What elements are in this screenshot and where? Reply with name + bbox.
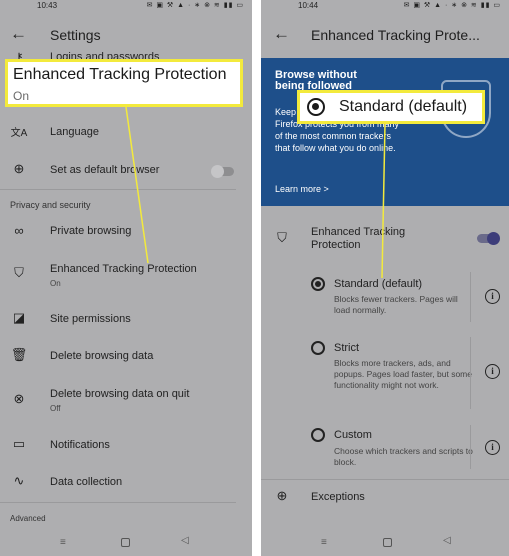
settings-screen: 10:43 ✉ ▣ ⚒ ▲ · ∗ ⊗ ≋ ▮▮ ▭ ← Settings ⚷ … <box>0 0 252 556</box>
info-icon[interactable]: i <box>485 440 500 455</box>
back-arrow-icon[interactable]: ← <box>273 24 290 44</box>
etp-banner: Browse without being followed Keep your … <box>261 58 509 206</box>
divider <box>470 425 471 469</box>
home-icon[interactable] <box>121 538 130 547</box>
globe-icon: ⊕ <box>276 488 288 503</box>
etp-toggle[interactable] <box>477 232 500 245</box>
divider <box>470 272 471 322</box>
settings-item-label: Data collection <box>50 476 123 488</box>
option-strict[interactable]: Strict Blocks more trackers, ads, and po… <box>261 337 509 409</box>
system-nav-bar: ≡ ◁ <box>0 528 252 556</box>
etp-toggle-row[interactable]: ⛉ Enhanced Tracking Protection <box>261 224 509 256</box>
settings-item-sublabel: Off <box>50 404 61 413</box>
settings-item-label: Language <box>50 126 99 138</box>
back-triangle-icon[interactable]: ◁ <box>181 535 189 546</box>
settings-item-label: Set as default browser <box>50 164 160 176</box>
permissions-icon: ◪ <box>12 310 26 325</box>
banner-heading: Browse without being followed <box>275 69 357 92</box>
status-bar: 10:43 ✉ ▣ ⚒ ▲ · ∗ ⊗ ≋ ▮▮ ▭ <box>0 0 252 12</box>
info-icon[interactable]: i <box>485 289 500 304</box>
etp-screen: 10:44 ✉ ▣ ⚒ ▲ · ∗ ⊗ ≋ ▮▮ ▭ ← Enhanced Tr… <box>261 0 509 556</box>
settings-item-data-collection[interactable]: ∿ Data collection <box>0 472 252 494</box>
back-arrow-icon[interactable]: ← <box>10 24 27 44</box>
settings-item-etp[interactable]: ⛉ Enhanced Tracking Protection On <box>0 260 252 290</box>
option-description: Blocks more trackers, ads, and popups. P… <box>334 358 472 390</box>
settings-item-label: Delete browsing data on quit <box>50 388 190 400</box>
learn-more-link[interactable]: Learn more > <box>275 184 329 194</box>
strict-radio[interactable] <box>311 341 325 355</box>
page-title: Settings <box>50 27 101 43</box>
status-bar: 10:44 ✉ ▣ ⚒ ▲ · ∗ ⊗ ≋ ▮▮ ▭ <box>261 0 509 12</box>
divider <box>470 337 471 409</box>
close-circle-icon: ⊗ <box>13 391 25 406</box>
back-triangle-icon[interactable]: ◁ <box>443 535 451 546</box>
divider <box>0 502 236 503</box>
option-standard[interactable]: Standard (default) Blocks fewer trackers… <box>261 272 509 322</box>
settings-item-label: Delete browsing data <box>50 350 154 362</box>
option-title: Custom <box>334 429 372 441</box>
exceptions-label: Exceptions <box>311 491 365 503</box>
option-custom[interactable]: Custom Choose which trackers and scripts… <box>261 425 509 473</box>
trash-icon: 🗑 <box>10 347 28 362</box>
globe-icon: ⊕ <box>13 161 25 176</box>
section-header-advanced: Advanced <box>10 514 46 523</box>
callout-radio-icon <box>307 98 325 116</box>
settings-item-delete-on-quit[interactable]: ⊗ Delete browsing data on quit Off <box>0 385 252 415</box>
settings-item-delete-data[interactable]: 🗑 Delete browsing data <box>0 346 252 368</box>
recents-icon[interactable]: ≡ <box>60 537 66 548</box>
status-time: 10:43 <box>37 1 58 10</box>
settings-item-label: Enhanced Tracking Protection <box>50 263 197 275</box>
exceptions-item[interactable]: ⊕ Exceptions <box>261 487 509 509</box>
settings-item-language[interactable]: 文A Language <box>0 122 252 144</box>
settings-item-notifications[interactable]: ▭ Notifications <box>0 435 252 457</box>
callout-subtitle: On <box>13 89 30 103</box>
etp-highlight-callout: Enhanced Tracking Protection On <box>5 59 243 107</box>
option-description: Choose which trackers and scripts to blo… <box>334 446 473 467</box>
etp-label: Enhanced Tracking Protection <box>311 226 406 251</box>
divider <box>0 189 236 190</box>
translate-icon: 文A <box>10 128 28 139</box>
standard-radio[interactable] <box>311 277 325 291</box>
callout-title: Enhanced Tracking Protection <box>13 66 227 83</box>
section-header-privacy: Privacy and security <box>10 200 91 210</box>
shield-icon: ⛉ <box>277 230 287 245</box>
settings-item-label: Site permissions <box>50 313 131 325</box>
status-icons: ✉ ▣ ⚒ ▲ · ∗ ⊗ ≋ ▮▮ ▭ <box>146 2 244 9</box>
settings-item-default-browser[interactable]: ⊕ Set as default browser <box>0 160 252 182</box>
shield-icon: ⛉ <box>14 265 24 280</box>
divider <box>261 479 509 480</box>
settings-item-site-permissions[interactable]: ◪ Site permissions <box>0 309 252 331</box>
settings-item-private-browsing[interactable]: ∞ Private browsing <box>0 222 252 244</box>
settings-item-sublabel: On <box>50 279 61 288</box>
status-icons: ✉ ▣ ⚒ ▲ · ∗ ⊗ ≋ ▮▮ ▭ <box>403 2 501 9</box>
system-nav-bar: ≡ ◁ <box>261 528 509 556</box>
callout-title: Standard (default) <box>339 98 468 115</box>
recents-icon[interactable]: ≡ <box>321 537 327 548</box>
settings-item-label: Private browsing <box>50 225 132 237</box>
info-icon[interactable]: i <box>485 364 500 379</box>
chart-icon: ∿ <box>13 473 25 488</box>
settings-item-label: Notifications <box>50 439 110 451</box>
page-title: Enhanced Tracking Prote... <box>311 27 480 43</box>
mask-icon: ∞ <box>14 223 24 238</box>
option-description: Blocks fewer trackers. Pages will load n… <box>334 294 458 315</box>
custom-radio[interactable] <box>311 428 325 442</box>
default-browser-toggle[interactable] <box>211 165 234 178</box>
option-title: Strict <box>334 342 360 354</box>
app-bar: ← Enhanced Tracking Prote... <box>261 18 509 54</box>
status-time: 10:44 <box>298 1 319 10</box>
option-title: Standard (default) <box>334 278 423 290</box>
home-icon[interactable] <box>383 538 392 547</box>
standard-highlight-callout: Standard (default) <box>297 90 485 124</box>
chat-icon: ▭ <box>12 436 26 451</box>
